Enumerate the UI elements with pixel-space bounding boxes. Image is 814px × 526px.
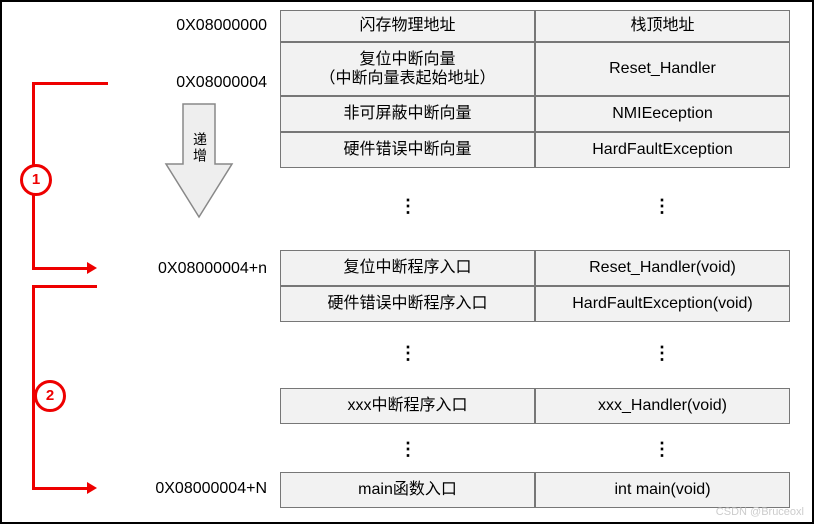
c1r1: 闪存物理地址 [280, 10, 535, 42]
step-badge-2: 2 [34, 380, 66, 412]
dots-1b: ⋮ [652, 197, 672, 215]
c1r3: 非可屏蔽中断向量 [280, 96, 535, 132]
c1r6: 硬件错误中断程序入口 [280, 286, 535, 322]
addr-1: 0X08000004 [87, 74, 267, 92]
dots-3b: ⋮ [652, 440, 672, 458]
red-seg-2a [32, 285, 97, 288]
arrow-label: 递增 [190, 132, 210, 164]
c1r7: xxx中断程序入口 [280, 388, 535, 424]
addr-n: 0X08000004+n [87, 260, 267, 278]
watermark: CSDN @Bruceoxl [716, 506, 804, 518]
dots-3a: ⋮ [398, 440, 418, 458]
c2r2: Reset_Handler [535, 42, 790, 96]
red-seg-2b [32, 285, 35, 490]
dots-2b: ⋮ [652, 344, 672, 362]
step-badge-1: 1 [20, 164, 52, 196]
c2r7: xxx_Handler(void) [535, 388, 790, 424]
c1r8: main函数入口 [280, 472, 535, 508]
diagram-frame: 0X08000000 0X08000004 0X08000004+n 0X080… [0, 0, 814, 524]
red-seg-2c [32, 487, 88, 490]
c2r3: NMIEeception [535, 96, 790, 132]
dots-2a: ⋮ [398, 344, 418, 362]
arrow-right-2-icon [87, 482, 97, 494]
c2r1: 栈顶地址 [535, 10, 790, 42]
addr-big-n: 0X08000004+N [87, 480, 267, 498]
c2r5: Reset_Handler(void) [535, 250, 790, 286]
c1r5: 复位中断程序入口 [280, 250, 535, 286]
dots-1a: ⋮ [398, 197, 418, 215]
c1r4: 硬件错误中断向量 [280, 132, 535, 168]
red-seg-1c [32, 267, 88, 270]
red-seg-1a [32, 82, 108, 85]
c2r6: HardFaultException(void) [535, 286, 790, 322]
c2r4: HardFaultException [535, 132, 790, 168]
c1r2: 复位中断向量 （中断向量表起始地址） [280, 42, 535, 96]
c2r8: int main(void) [535, 472, 790, 508]
arrow-right-1-icon [87, 262, 97, 274]
addr-0: 0X08000000 [87, 17, 267, 35]
